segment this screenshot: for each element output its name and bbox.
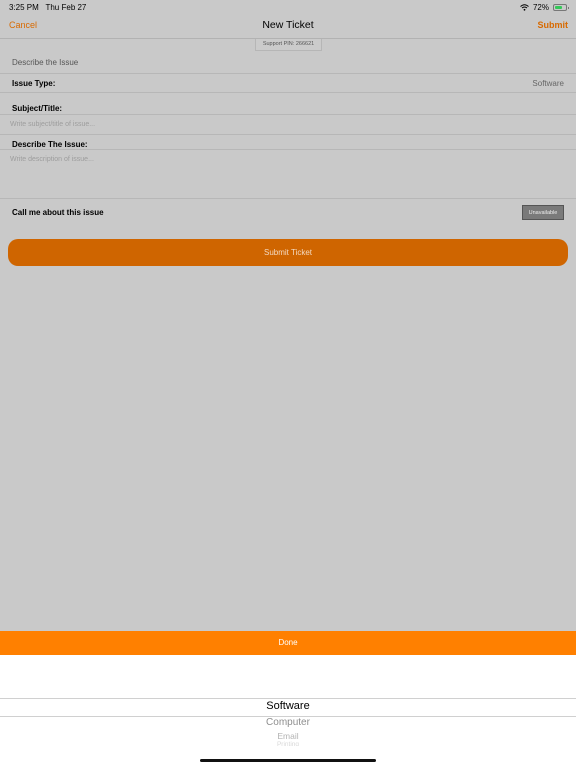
describe-textarea[interactable]: Write description of issue...	[0, 149, 576, 199]
picker-option-email[interactable]: Email	[0, 731, 576, 741]
describe-label: Describe The Issue:	[12, 140, 88, 149]
issue-type-row[interactable]: Issue Type: Software	[0, 73, 576, 93]
subject-label: Subject/Title:	[12, 104, 63, 113]
home-indicator[interactable]	[200, 759, 376, 762]
battery-fill	[555, 6, 562, 9]
status-bar: 3:25 PM Thu Feb 27 72%	[0, 0, 576, 14]
subject-input[interactable]: Write subject/title of issue...	[0, 114, 576, 135]
page-title: New Ticket	[262, 19, 314, 31]
wifi-icon	[520, 4, 529, 11]
picker-option-printing[interactable]: Printing	[0, 741, 576, 746]
status-date: Thu Feb 27	[45, 3, 87, 12]
issue-type-label: Issue Type:	[12, 79, 56, 88]
battery-percent: 72%	[532, 3, 549, 12]
picker-option-software[interactable]: Software	[0, 700, 576, 712]
submit-nav-button[interactable]: Submit	[538, 20, 569, 30]
support-pin: Support PIN: 266621	[255, 39, 322, 51]
subject-label-row: Subject/Title:	[0, 92, 576, 115]
unavailable-button[interactable]: Unavailable	[522, 205, 564, 220]
nav-bar: Cancel New Ticket Submit	[0, 14, 576, 39]
picker-selection-top	[0, 698, 576, 699]
done-button[interactable]: Done	[0, 631, 576, 655]
section-header: Describe the Issue	[12, 58, 79, 67]
battery-icon	[553, 4, 569, 11]
status-time: 3:25 PM Thu Feb 27	[9, 3, 87, 12]
call-me-label: Call me about this issue	[12, 208, 104, 217]
submit-ticket-button[interactable]: Submit Ticket	[8, 239, 568, 266]
picker-option-computer[interactable]: Computer	[0, 717, 576, 728]
describe-placeholder: Write description of issue...	[10, 156, 94, 163]
call-me-row: Call me about this issue	[0, 198, 576, 227]
subject-placeholder: Write subject/title of issue...	[10, 121, 96, 128]
issue-type-value[interactable]: Software	[532, 79, 564, 88]
describe-label-row: Describe The Issue:	[0, 134, 576, 150]
status-right: 72%	[520, 3, 569, 12]
